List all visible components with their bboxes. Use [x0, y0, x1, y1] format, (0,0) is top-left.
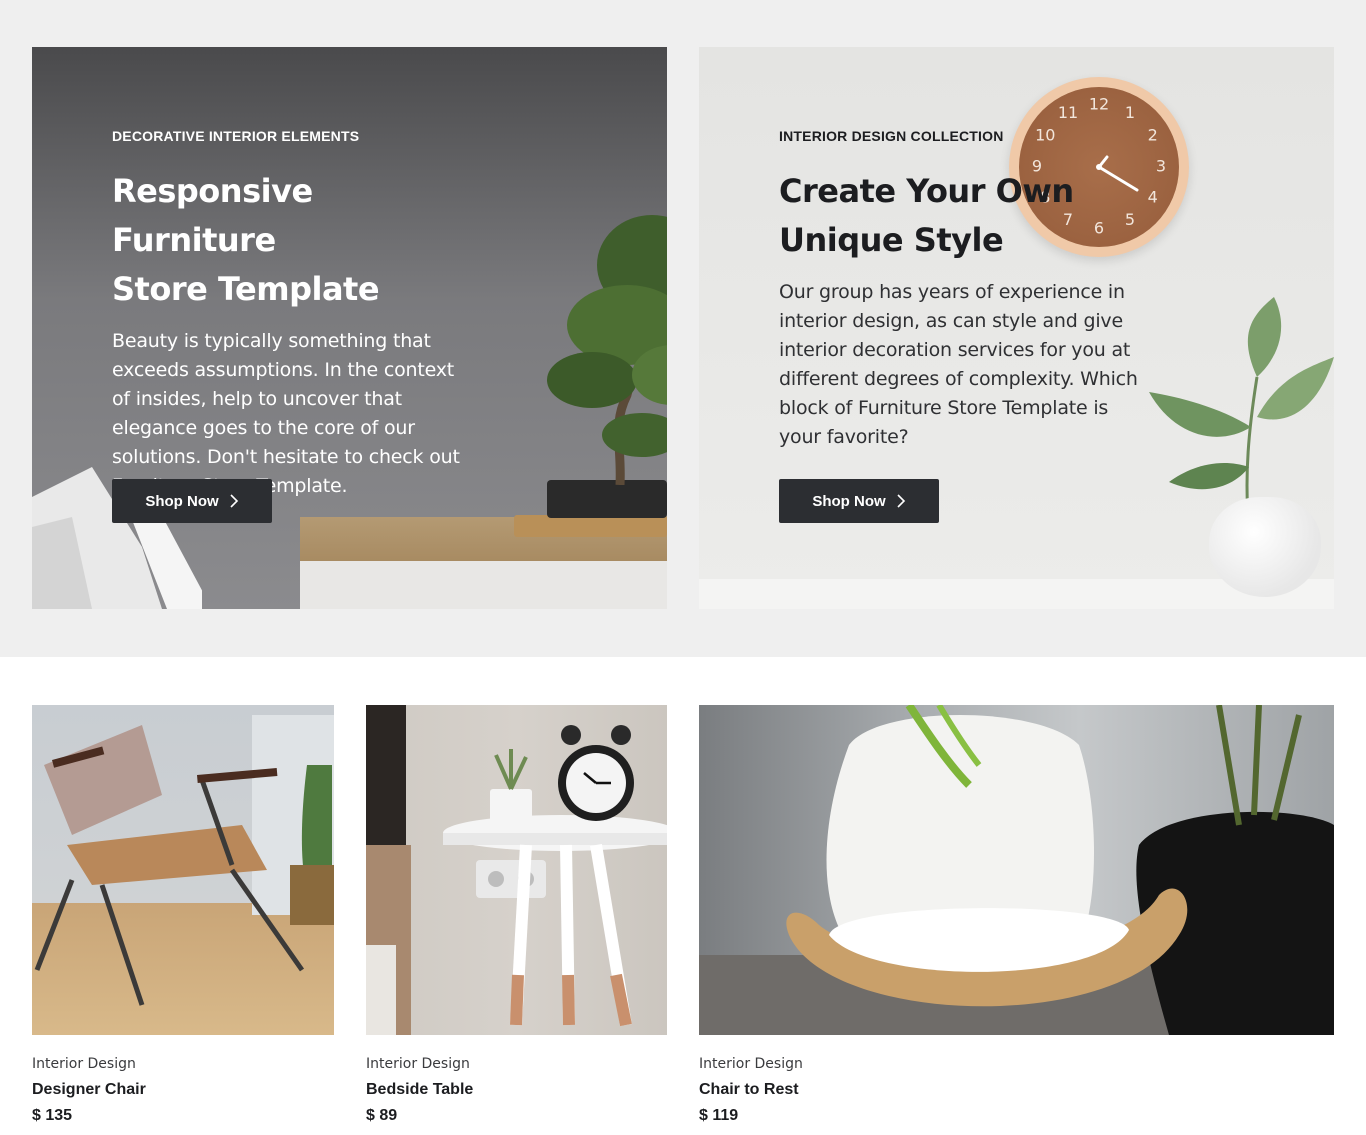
promo-title: Create Your Own Unique Style	[779, 167, 1139, 265]
clock-numeral: 3	[1156, 157, 1166, 176]
clock-numeral: 4	[1148, 188, 1158, 207]
bonsai-tree-illustration	[547, 215, 667, 485]
product-name[interactable]: Chair to Rest	[699, 1081, 799, 1099]
product-category: Interior Design	[366, 1056, 470, 1072]
promo-text-block: DECORATIVE INTERIOR ELEMENTS Responsive …	[112, 127, 472, 501]
shop-now-label: Shop Now	[145, 492, 219, 510]
clock-numeral: 2	[1148, 126, 1158, 145]
promo-card-style: 12 1 2 3 4 5 6 7 8 9 10 11 INTERIOR DESIGN COLLECTI…	[699, 47, 1334, 609]
product-price: $ 135	[32, 1107, 73, 1124]
product-category: Interior Design	[32, 1056, 136, 1072]
bonsai-pot-decor	[547, 480, 667, 518]
promo-text-block: INTERIOR DESIGN COLLECTION Create Your O…	[779, 127, 1139, 452]
promo-title-line: Responsive Furniture	[112, 172, 313, 259]
product-category: Interior Design	[699, 1056, 803, 1072]
product-image[interactable]	[32, 705, 334, 1035]
promo-title-line: Unique Style	[779, 221, 1004, 259]
chevron-right-icon	[230, 494, 238, 508]
clock-numeral: 1	[1125, 103, 1135, 122]
clock-numeral: 11	[1058, 103, 1078, 122]
shop-now-button[interactable]: Shop Now	[112, 479, 272, 523]
chevron-right-icon	[897, 494, 905, 508]
product-price: $ 89	[366, 1107, 398, 1124]
promo-description: Beauty is typically something that excee…	[112, 330, 460, 497]
promo-card-furniture: DECORATIVE INTERIOR ELEMENTS Responsive …	[32, 47, 667, 609]
promo-eyebrow: DECORATIVE INTERIOR ELEMENTS	[112, 128, 360, 144]
promo-title-line: Store Template	[112, 270, 380, 308]
designer-chair-illustration	[34, 715, 334, 1006]
product-name[interactable]: Designer Chair	[32, 1081, 146, 1099]
promo-eyebrow: INTERIOR DESIGN COLLECTION	[779, 128, 1004, 144]
product-image[interactable]	[699, 705, 1334, 1035]
shop-now-button[interactable]: Shop Now	[779, 479, 939, 523]
product-image[interactable]	[366, 705, 667, 1035]
lounge-chair-illustration	[699, 705, 1334, 1035]
white-vase-decor	[1209, 497, 1321, 597]
product-name[interactable]: Bedside Table	[366, 1081, 473, 1099]
clock-numeral: 12	[1089, 95, 1109, 114]
promo-description: Our group has years of experience in int…	[779, 281, 1138, 448]
bonsai-tray-decor	[514, 515, 667, 537]
product-price: $ 119	[699, 1107, 739, 1124]
promo-title: Responsive Furniture Store Template	[112, 167, 472, 314]
bedside-table-illustration	[366, 705, 667, 1035]
shop-now-label: Shop Now	[812, 492, 886, 510]
table-edge-decor	[300, 561, 667, 609]
potted-plant-illustration	[1149, 297, 1334, 527]
promo-title-line: Create Your Own	[779, 172, 1074, 210]
